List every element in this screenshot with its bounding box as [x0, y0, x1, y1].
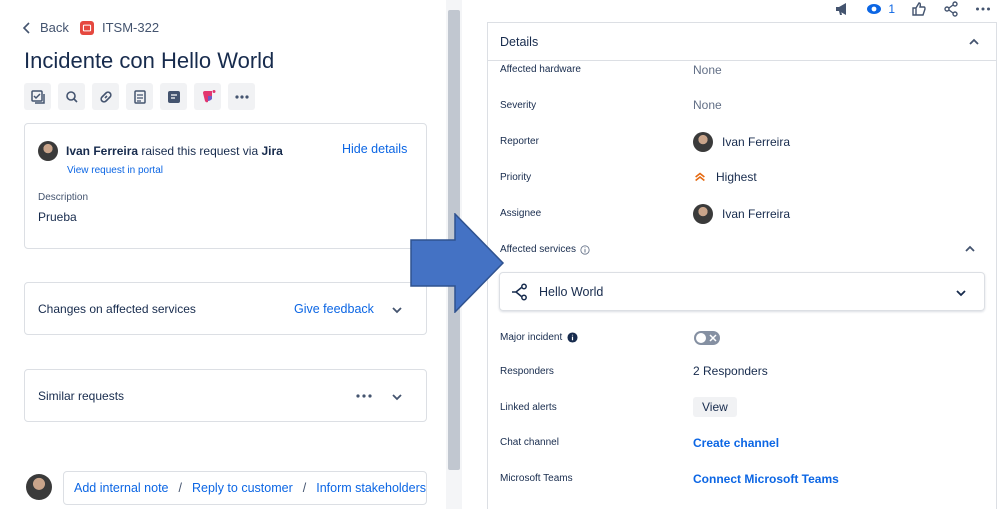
- affected-services-label: Affected services: [500, 244, 576, 255]
- more-icon[interactable]: [975, 1, 991, 17]
- link-issue-button[interactable]: [92, 83, 119, 110]
- details-title[interactable]: Details: [500, 35, 538, 49]
- more-actions-button[interactable]: [228, 83, 255, 110]
- chevron-up-icon[interactable]: [964, 243, 976, 255]
- separator: /: [178, 481, 182, 495]
- issue-toolbar: [24, 83, 255, 110]
- major-incident-toggle[interactable]: [694, 331, 720, 345]
- severity-label: Severity: [500, 100, 537, 111]
- give-feedback-link[interactable]: Give feedback: [294, 302, 374, 316]
- assignee-field[interactable]: Ivan Ferreira: [693, 204, 790, 224]
- search-button[interactable]: [58, 83, 85, 110]
- avatar[interactable]: [38, 141, 58, 161]
- issue-type-icon: [80, 20, 94, 35]
- share-icon[interactable]: [943, 1, 959, 17]
- request-card: Ivan Ferreira raised this request via Ji…: [24, 123, 427, 249]
- affected-hardware-value[interactable]: None: [693, 63, 722, 77]
- service-icon: [512, 283, 527, 301]
- reply-to-customer-link[interactable]: Reply to customer: [192, 481, 293, 495]
- major-incident-label: Major incident: [500, 332, 563, 343]
- similar-requests-card: Similar requests: [24, 369, 427, 422]
- view-in-portal-link[interactable]: View request in portal: [67, 165, 163, 176]
- changes-card: Changes on affected services Give feedba…: [24, 282, 427, 335]
- avatar: [693, 204, 713, 224]
- create-channel-link[interactable]: Create channel: [693, 436, 779, 450]
- changes-card-title: Changes on affected services: [38, 302, 196, 316]
- major-incident-header: Major incident: [500, 332, 578, 343]
- description-value[interactable]: Prueba: [38, 210, 77, 224]
- create-subtask-button[interactable]: [24, 83, 51, 110]
- chevron-down-icon[interactable]: [391, 391, 403, 403]
- annotation-arrow-icon: [410, 213, 505, 313]
- assignee-value: Ivan Ferreira: [722, 207, 791, 221]
- more-icon[interactable]: [355, 390, 373, 402]
- reporter-line: Ivan Ferreira raised this request via Ji…: [38, 141, 283, 161]
- comment-button[interactable]: [160, 83, 187, 110]
- severity-value[interactable]: None: [693, 98, 722, 112]
- view-alerts-button[interactable]: View: [693, 397, 737, 417]
- app-logo-icon: [202, 89, 215, 102]
- reporter-field[interactable]: Ivan Ferreira: [693, 132, 790, 152]
- divider: [488, 60, 996, 61]
- megaphone-icon[interactable]: [834, 1, 850, 17]
- affected-service-select[interactable]: Hello World: [499, 272, 985, 311]
- microsoft-teams-label: Microsoft Teams: [500, 473, 573, 484]
- issue-title[interactable]: Incidente con Hello World: [24, 48, 274, 74]
- priority-highest-icon: [695, 172, 705, 182]
- chevron-down-icon[interactable]: [391, 304, 403, 316]
- description-label: Description: [38, 192, 89, 203]
- linked-alerts-field: View: [693, 397, 737, 417]
- responders-label: Responders: [500, 366, 554, 377]
- back-link[interactable]: Back: [22, 20, 69, 35]
- message-icon: [167, 90, 180, 103]
- thumbs-up-icon[interactable]: [911, 1, 927, 17]
- channel-name: Jira: [261, 144, 283, 158]
- similar-requests-title: Similar requests: [38, 389, 125, 403]
- separator: /: [302, 481, 307, 495]
- watch-button[interactable]: 1: [866, 1, 895, 17]
- add-internal-note-link[interactable]: Add internal note: [74, 481, 169, 495]
- linked-alerts-label: Linked alerts: [500, 402, 557, 413]
- chevron-down-icon[interactable]: [955, 287, 967, 299]
- eye-icon: [867, 4, 882, 14]
- chevron-up-icon[interactable]: [968, 36, 980, 48]
- avatar: [26, 474, 52, 500]
- issue-actions: 1: [834, 0, 991, 18]
- subtask-icon: [30, 89, 45, 104]
- affected-hardware-label: Affected hardware: [500, 64, 581, 75]
- issue-key-link[interactable]: ITSM-322: [80, 20, 159, 35]
- more-icon: [234, 94, 249, 99]
- close-icon: [709, 334, 717, 342]
- reporter-value: Ivan Ferreira: [722, 135, 791, 149]
- info-icon[interactable]: [567, 332, 578, 343]
- issue-key: ITSM-322: [102, 20, 160, 35]
- connect-teams-link[interactable]: Connect Microsoft Teams: [693, 472, 839, 486]
- back-label: Back: [40, 20, 69, 35]
- priority-label: Priority: [500, 172, 532, 183]
- document-icon: [133, 89, 146, 104]
- page-button[interactable]: [126, 83, 153, 110]
- hide-details-link[interactable]: Hide details: [342, 142, 407, 156]
- chat-channel-label: Chat channel: [500, 437, 559, 448]
- reporter-label: Reporter: [500, 136, 539, 147]
- link-icon: [99, 90, 112, 103]
- app-button[interactable]: [194, 83, 221, 110]
- search-icon: [65, 90, 78, 103]
- affected-services-header: Affected services: [500, 244, 590, 255]
- priority-field[interactable]: Highest: [693, 170, 757, 184]
- responders-value[interactable]: 2 Responders: [693, 364, 768, 378]
- inform-stakeholders-link[interactable]: Inform stakeholders: [316, 481, 426, 495]
- raised-text: raised this request via: [141, 144, 259, 158]
- service-name: Hello World: [539, 285, 604, 299]
- reporter-name[interactable]: Ivan Ferreira: [66, 144, 138, 158]
- assignee-label: Assignee: [500, 208, 542, 219]
- avatar: [693, 132, 713, 152]
- chevron-left-icon: [22, 21, 30, 34]
- watch-count: 1: [888, 2, 895, 16]
- priority-value: Highest: [716, 170, 757, 184]
- comment-author: [26, 474, 52, 500]
- comment-box: Add internal note / Reply to customer / …: [63, 471, 427, 505]
- info-icon[interactable]: [580, 244, 590, 255]
